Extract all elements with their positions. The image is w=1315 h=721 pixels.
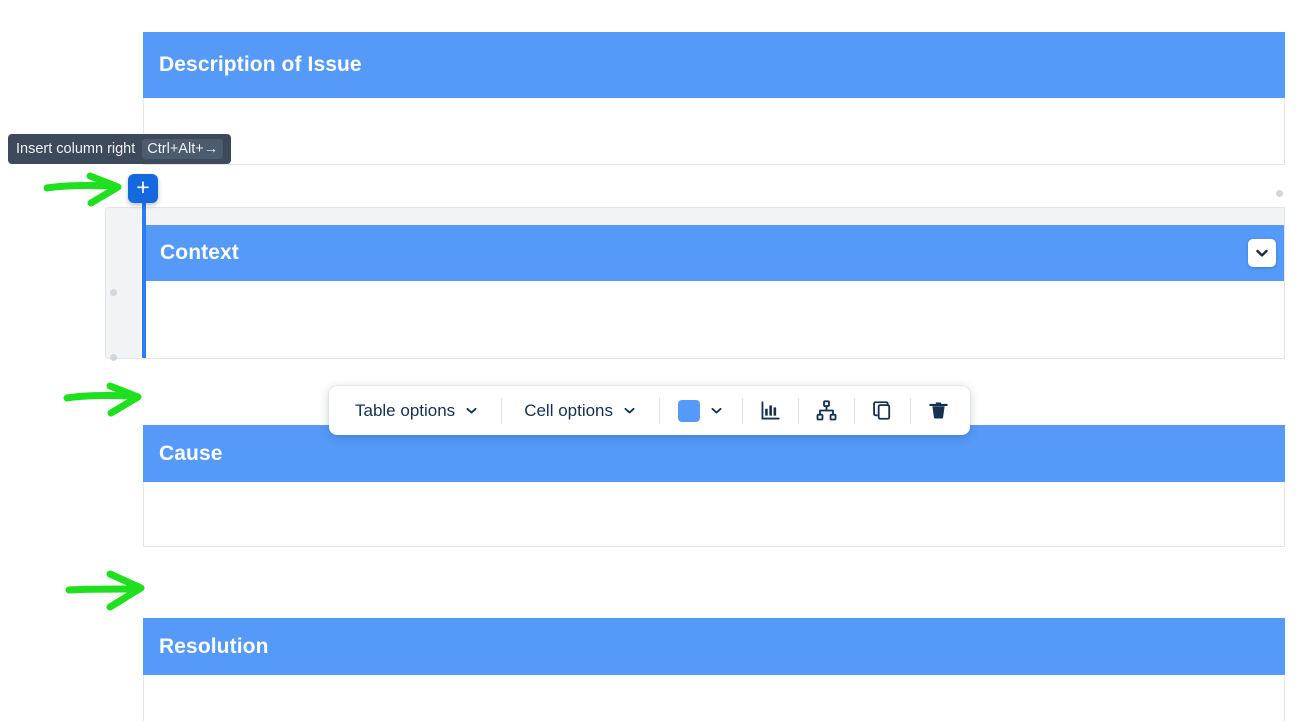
trash-icon xyxy=(927,399,950,422)
row-handle-dot[interactable] xyxy=(110,289,117,296)
app-canvas: Description of Issue Context xyxy=(0,0,1315,721)
table-floating-toolbar[interactable]: Table options Cell options xyxy=(329,386,970,435)
delete-button[interactable] xyxy=(911,386,966,435)
column-handle-strip[interactable] xyxy=(105,207,1285,225)
table-options-menu-button[interactable]: Table options xyxy=(333,386,501,435)
chevron-down-icon xyxy=(622,403,637,418)
chevron-down-icon xyxy=(709,403,724,418)
description-table-block[interactable]: Description of Issue xyxy=(143,33,1285,165)
insert-chart-button[interactable] xyxy=(743,386,798,435)
resolution-body-cell[interactable] xyxy=(144,675,1284,721)
cause-table-block[interactable]: Cause xyxy=(143,425,1285,547)
vertical-scrollbar-track[interactable] xyxy=(1294,215,1302,375)
description-body-cell[interactable] xyxy=(144,98,1284,164)
context-header-label: Context xyxy=(160,241,239,265)
plus-icon: + xyxy=(136,176,149,199)
insert-column-right-button[interactable]: + xyxy=(128,174,158,203)
cell-color-picker-button[interactable] xyxy=(660,386,742,435)
tooltip: Insert column right Ctrl+Alt+→ xyxy=(8,134,231,164)
chart-bar-icon xyxy=(759,399,782,422)
description-header-cell[interactable]: Description of Issue xyxy=(143,32,1285,98)
hierarchy-icon xyxy=(815,399,838,422)
duplicate-button[interactable] xyxy=(855,386,910,435)
duplicate-icon xyxy=(871,399,894,422)
column-handle-dot[interactable] xyxy=(1276,190,1283,197)
chevron-down-icon xyxy=(464,403,479,418)
context-header-cell[interactable]: Context xyxy=(144,225,1284,281)
description-header-label: Description of Issue xyxy=(159,53,362,77)
resolution-table-block[interactable]: Resolution xyxy=(143,618,1285,721)
context-table-block[interactable]: Context xyxy=(105,207,1285,359)
resolution-header-label: Resolution xyxy=(159,635,269,659)
tooltip-shortcut: Ctrl+Alt+→ xyxy=(142,139,223,159)
column-insert-indicator-line xyxy=(142,196,146,358)
table-options-label: Table options xyxy=(355,401,455,421)
insert-hierarchy-button[interactable] xyxy=(799,386,854,435)
annotation-arrow-middle xyxy=(60,370,180,430)
context-body-cell[interactable] xyxy=(144,281,1284,358)
cell-options-label: Cell options xyxy=(524,401,613,421)
chevron-down-icon xyxy=(1254,245,1270,261)
row-handle-dot[interactable] xyxy=(110,354,117,361)
tooltip-label: Insert column right xyxy=(16,141,135,157)
annotation-arrow-bottom xyxy=(62,562,182,622)
chevron-down-button[interactable] xyxy=(1248,239,1276,267)
resolution-header-cell[interactable]: Resolution xyxy=(143,618,1285,675)
color-swatch-icon xyxy=(678,400,700,422)
cell-options-menu-button[interactable]: Cell options xyxy=(502,386,659,435)
cause-body-cell[interactable] xyxy=(144,482,1284,546)
context-table[interactable]: Context xyxy=(143,225,1285,359)
cause-header-label: Cause xyxy=(159,442,223,466)
